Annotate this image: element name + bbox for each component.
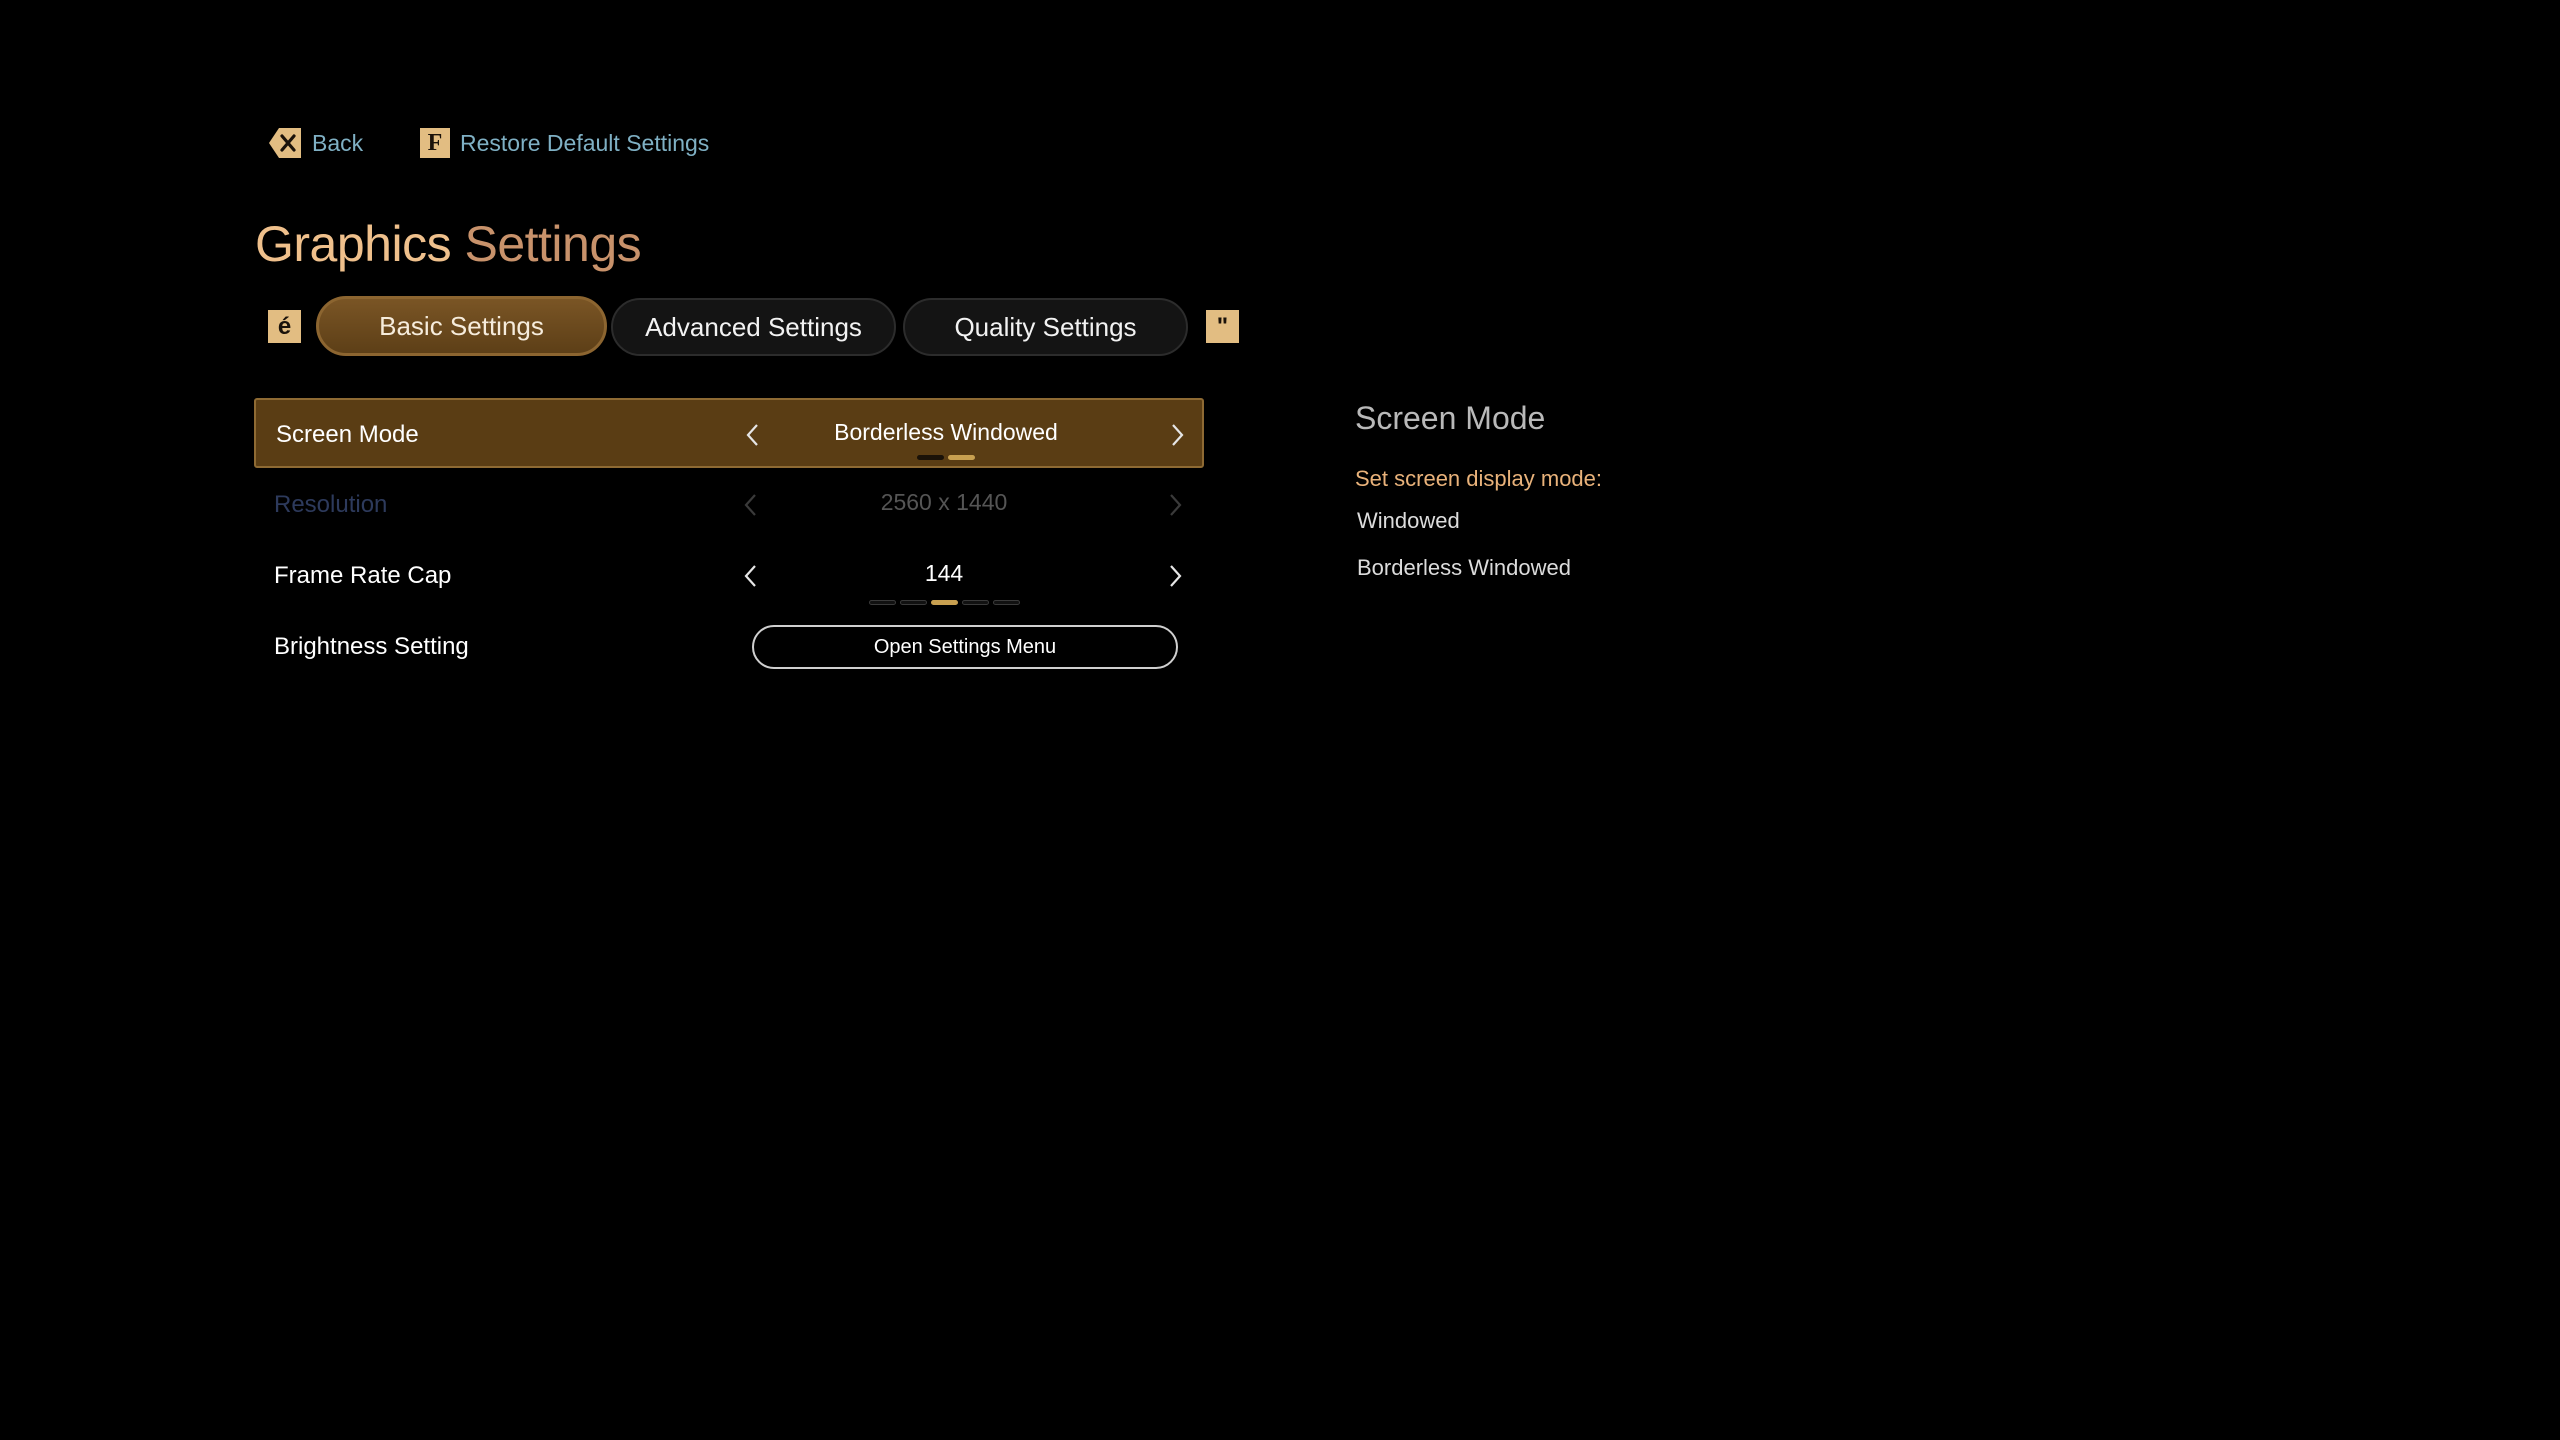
next-tab-key-icon[interactable]: " (1206, 310, 1239, 343)
chevron-right-icon[interactable] (1163, 421, 1191, 449)
tab-label: Quality Settings (954, 311, 1137, 342)
chevron-right-icon[interactable] (1161, 562, 1189, 590)
tab-basic-settings[interactable]: Basic Settings (316, 296, 607, 356)
f-key-icon: F (420, 128, 450, 158)
chevron-right-icon (1161, 491, 1189, 519)
setting-value: 2560 x 1440 (880, 488, 1008, 515)
tab-quality-settings[interactable]: Quality Settings (903, 298, 1188, 356)
setting-label: Brightness Setting (274, 633, 469, 660)
option-indicator (744, 600, 1144, 605)
setting-label: Resolution (274, 491, 388, 518)
option-dot (992, 600, 1020, 605)
prev-tab-key-icon[interactable]: é (268, 310, 301, 343)
tab-label: Basic Settings (379, 310, 544, 341)
page-title-part1: Graphics (255, 216, 452, 272)
back-button[interactable]: Back (268, 125, 363, 161)
option-dot (917, 455, 944, 460)
setting-label: Frame Rate Cap (274, 562, 452, 589)
setting-label: Screen Mode (276, 421, 419, 448)
option-dot (899, 600, 927, 605)
setting-row-brightness[interactable]: Brightness Setting Open Settings Menu (254, 612, 1204, 682)
page-title: Graphics Settings (255, 212, 642, 276)
back-label: Back (312, 129, 364, 156)
setting-value: 144 (924, 559, 964, 586)
info-panel-description: Set screen display mode: (1355, 466, 1603, 491)
restore-defaults-button[interactable]: F Restore Default Settings (420, 125, 709, 161)
info-panel-title: Screen Mode (1355, 400, 1546, 436)
option-dot-active (930, 600, 958, 605)
info-panel-option: Borderless Windowed (1357, 555, 1571, 580)
tab-label: Advanced Settings (645, 311, 862, 342)
info-panel-option: Windowed (1357, 508, 1460, 533)
page-title-part2: Settings (464, 216, 642, 272)
restore-defaults-label: Restore Default Settings (460, 129, 710, 156)
setting-row-screen-mode[interactable]: Screen Mode Borderless Windowed (254, 398, 1204, 468)
back-key-icon (268, 127, 302, 159)
setting-row-frame-rate-cap[interactable]: Frame Rate Cap 144 (254, 541, 1204, 611)
open-settings-menu-button[interactable]: Open Settings Menu (752, 625, 1178, 669)
tab-advanced-settings[interactable]: Advanced Settings (611, 298, 896, 356)
setting-row-resolution: Resolution 2560 x 1440 (254, 470, 1204, 540)
option-dot-active (948, 455, 975, 460)
option-indicator (746, 455, 1146, 460)
option-dot (961, 600, 989, 605)
button-label: Open Settings Menu (873, 635, 1057, 658)
option-dot (868, 600, 896, 605)
